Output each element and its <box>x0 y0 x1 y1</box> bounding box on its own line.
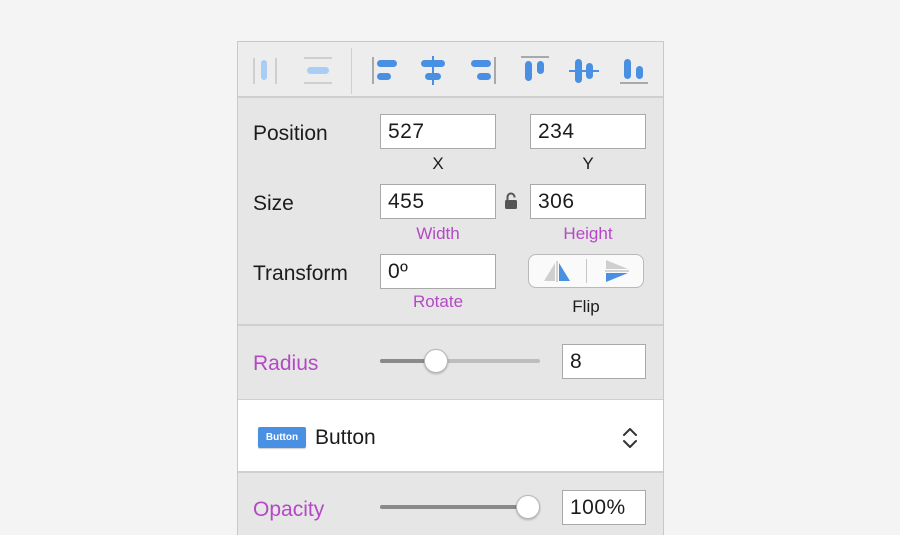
flip-horizontal-button[interactable] <box>529 255 586 287</box>
position-x-caption: X <box>432 154 444 173</box>
transform-label: Transform <box>253 262 348 285</box>
width-field[interactable]: 455 <box>380 184 496 219</box>
opacity-slider[interactable] <box>380 494 540 520</box>
flip-horizontal-icon <box>544 261 570 282</box>
opacity-label: Opacity <box>253 498 325 521</box>
rotate-field[interactable]: 0º <box>380 254 496 289</box>
rotate-caption: Rotate <box>412 292 464 311</box>
size-label: Size <box>253 192 294 215</box>
position-y-caption: Y <box>582 154 594 173</box>
opacity-slider-fill <box>380 505 528 509</box>
unlocked-padlock-icon[interactable] <box>504 192 518 210</box>
opacity-field[interactable]: 100% <box>562 490 646 525</box>
radius-label: Radius <box>253 352 319 375</box>
component-selector[interactable]: Button Button <box>238 399 663 473</box>
align-center-horizontal-icon[interactable] <box>416 54 450 88</box>
opacity-slider-thumb[interactable] <box>516 495 540 519</box>
section-divider <box>238 324 663 326</box>
height-caption: Height <box>563 224 613 243</box>
flip-segmented-control <box>528 254 644 288</box>
position-x-field[interactable]: 527 <box>380 114 496 149</box>
position-label: Position <box>253 122 328 145</box>
height-field[interactable]: 306 <box>530 184 646 219</box>
align-bottom-icon[interactable] <box>617 54 651 88</box>
align-left-icon[interactable] <box>368 54 402 88</box>
align-middle-vertical-icon[interactable] <box>567 54 601 88</box>
distribute-vertical-icon[interactable] <box>301 54 335 88</box>
align-right-icon[interactable] <box>466 54 500 88</box>
toolbar-separator <box>351 48 352 94</box>
component-name: Button <box>315 426 376 449</box>
flip-caption: Flip <box>572 297 600 316</box>
up-down-chevron-icon[interactable] <box>621 425 639 451</box>
radius-slider[interactable] <box>380 348 540 374</box>
alignment-toolbar <box>238 42 663 98</box>
flip-vertical-button[interactable] <box>587 255 644 287</box>
inspector-panel: Position 527 X 234 Y Size 455 Width 306 … <box>237 41 664 535</box>
position-y-field[interactable]: 234 <box>530 114 646 149</box>
distribute-horizontal-icon[interactable] <box>247 54 281 88</box>
component-badge: Button <box>258 427 306 448</box>
width-caption: Width <box>416 224 460 243</box>
radius-field[interactable]: 8 <box>562 344 646 379</box>
flip-vertical-icon <box>605 260 629 282</box>
radius-slider-thumb[interactable] <box>423 349 448 373</box>
align-top-icon[interactable] <box>518 54 552 88</box>
